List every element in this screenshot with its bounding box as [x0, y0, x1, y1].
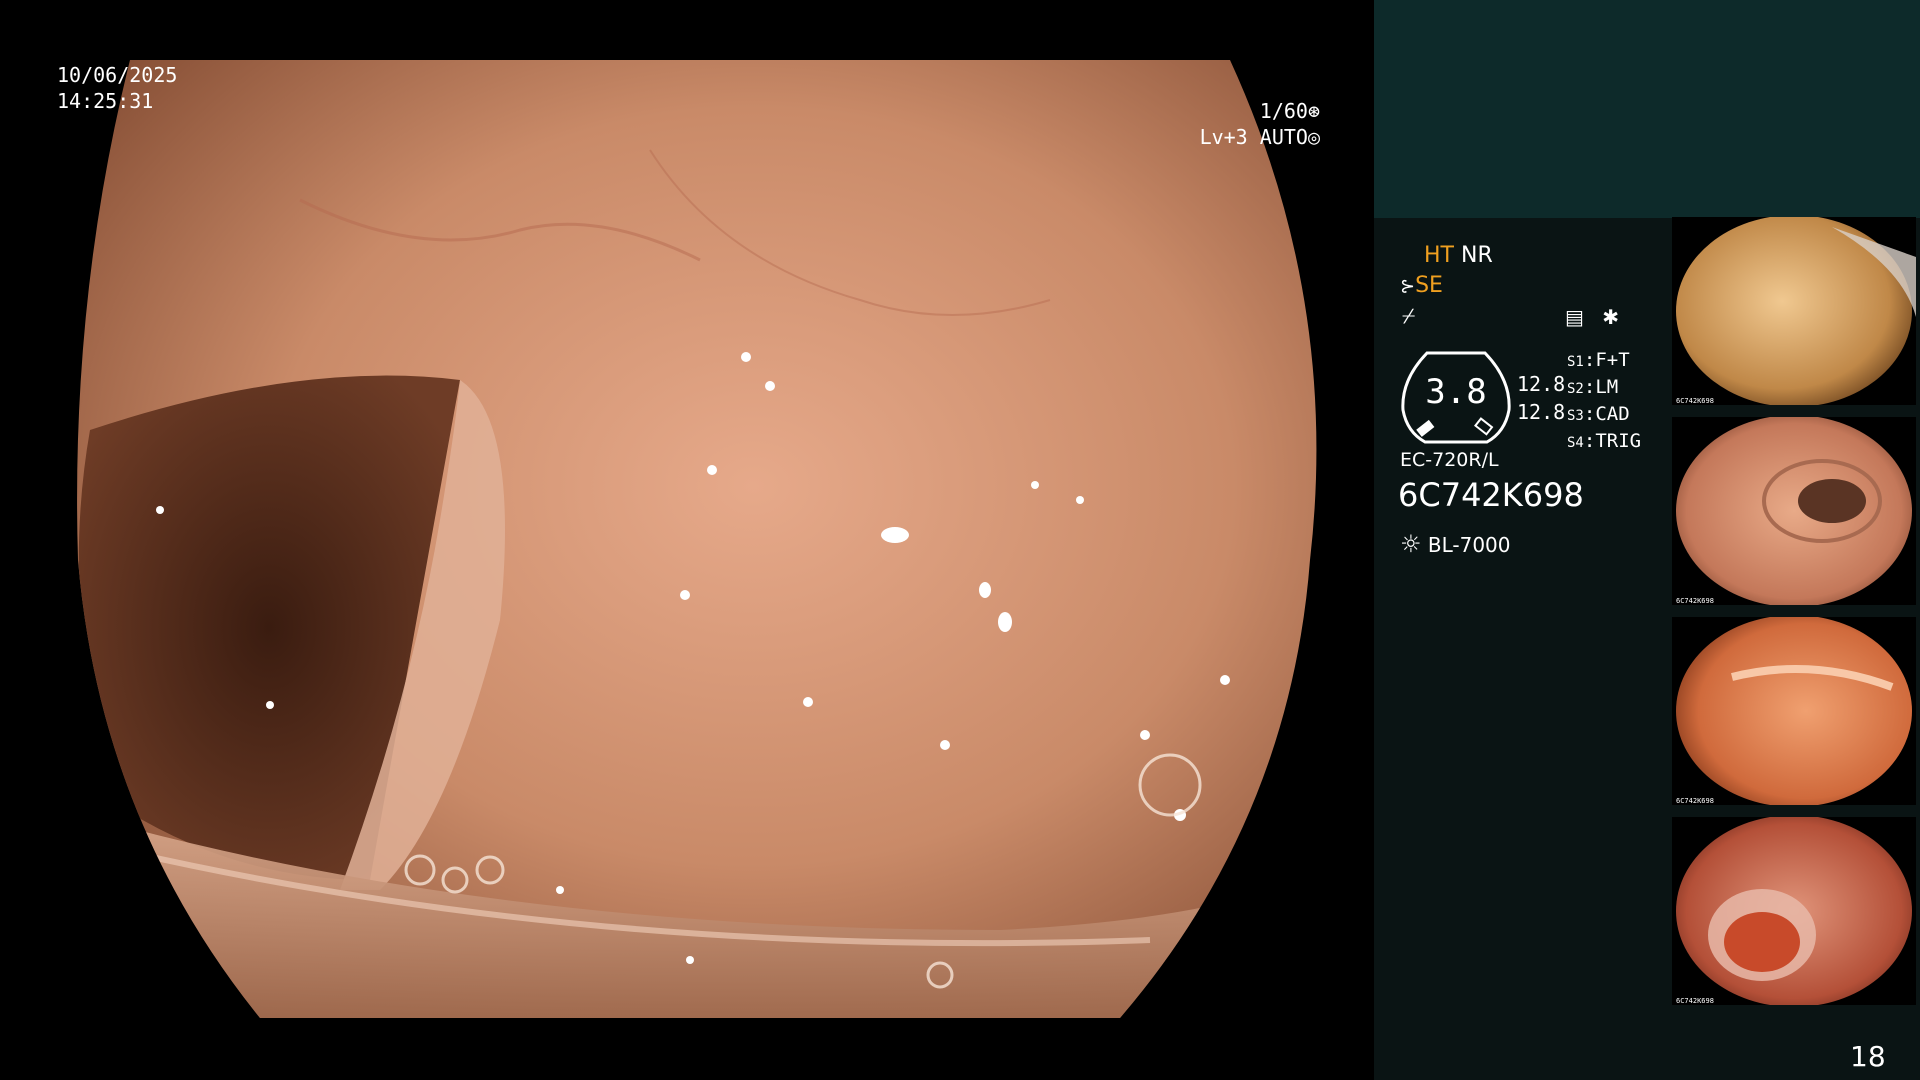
page-number: 18 [1850, 1040, 1886, 1073]
svg-text:6C742K698: 6C742K698 [1676, 397, 1714, 405]
nr-label: NR [1460, 243, 1493, 268]
value-bottom: 12.8 [1517, 400, 1566, 424]
svg-text:6C742K698: 6C742K698 [1676, 797, 1714, 805]
freeze-icon: ⌿ [1402, 304, 1416, 329]
thumbnail-4[interactable]: 6C742K698 [1672, 817, 1916, 1005]
thumbnail-3[interactable]: 6C742K698 [1672, 617, 1916, 805]
iris-icon: ◎ [1307, 125, 1320, 149]
date-text: 10/06/2025 [57, 63, 178, 87]
light-source-label: BL-7000 [1427, 533, 1511, 557]
svg-text:6C742K698: 6C742K698 [1676, 597, 1714, 605]
thumbnail-2[interactable]: 6C742K698 [1672, 417, 1916, 605]
endoscope-main-view: 10/06/2025 14:25:31 1/60⊛ Lv+3 AUTO◎ [0, 0, 1370, 1080]
enhancement-row: HT NR [1424, 243, 1493, 268]
asterisk-icon: ✱ [1602, 305, 1620, 329]
light-icon: ☼ [1400, 530, 1422, 558]
level-text: Lv+3 [1199, 125, 1248, 149]
structure-icon: ⊱ [1400, 276, 1416, 297]
se-label: SE [1415, 273, 1443, 298]
gauge-value: 3.8 [1425, 372, 1487, 412]
scope-serial: 6C742K698 [1398, 476, 1584, 514]
shutter-icon: ⊛ [1307, 99, 1320, 123]
mode-text: AUTO [1259, 125, 1308, 149]
switch-s3: S3:CAD [1567, 403, 1630, 425]
switch-list: S1:F+T S2:LM S3:CAD S4:TRIG [1567, 348, 1641, 456]
scope-model: EC-720R/L [1400, 449, 1499, 471]
switch-s2: S2:LM [1567, 376, 1619, 398]
shutter-text: 1/60 [1259, 99, 1308, 123]
thumbnail-1[interactable]: 6C742K698 [1672, 217, 1916, 405]
endoscopic-image [77, 60, 1317, 1018]
gauge-side-values: 12.8 12.8 [1517, 370, 1565, 426]
settings-list-icon: ▤ [1565, 305, 1584, 329]
switch-s4: S4:TRIG [1567, 430, 1642, 452]
light-source-row: ☼ BL-7000 [1400, 530, 1511, 558]
ht-label: HT [1424, 243, 1454, 268]
value-top: 12.8 [1517, 372, 1566, 396]
svg-text:6C742K698: 6C742K698 [1676, 997, 1714, 1005]
exposure-display: 1/60⊛ Lv+3 AUTO◎ [1150, 98, 1320, 150]
se-row: ⊱SE [1400, 273, 1443, 298]
datetime-display: 10/06/2025 14:25:31 [57, 62, 177, 114]
side-panel-header [1374, 0, 1920, 218]
time-text: 14:25:31 [57, 89, 154, 113]
menu-icons: ▤ ✱ [1565, 305, 1619, 329]
switch-s1: S1:F+T [1567, 349, 1630, 371]
